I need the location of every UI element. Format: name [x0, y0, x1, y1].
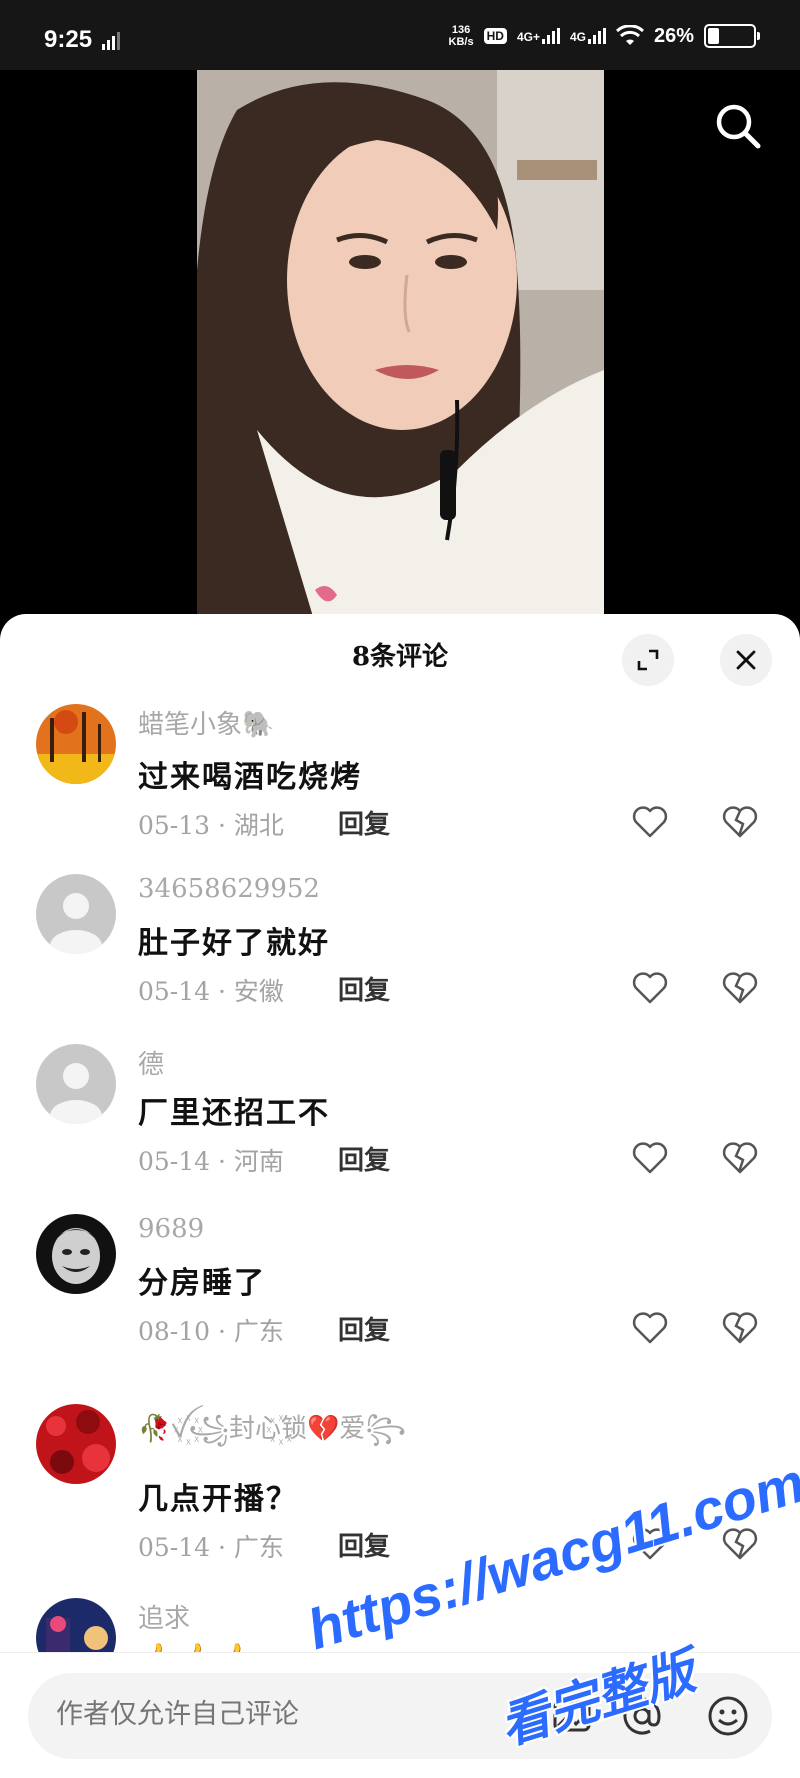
heart-icon[interactable]: [630, 1308, 670, 1348]
signal-icon: [102, 32, 120, 50]
avatar[interactable]: [36, 1404, 116, 1484]
comment-text: 分房睡了: [138, 1266, 266, 1301]
cell-bars-icon: [587, 28, 606, 44]
cell-bars-icon: [541, 28, 560, 44]
avatar-default: [36, 874, 116, 954]
avatar-autumn: [36, 704, 116, 784]
hd-badge: HD: [483, 28, 507, 44]
heart-icon[interactable]: [630, 1138, 670, 1178]
avatar[interactable]: [36, 1214, 116, 1294]
comment-username[interactable]: 🥀ꪜ꙰꧁封心꙰锁💔爱꧂: [138, 1404, 406, 1461]
broken-heart-icon[interactable]: [720, 1308, 760, 1348]
comment-text: 过来喝酒吃烧烤: [138, 760, 362, 795]
close-icon: [736, 650, 756, 670]
comment-text: 几点开播？: [138, 1482, 298, 1517]
comment-username[interactable]: 追求: [138, 1598, 190, 1635]
video-frame: [197, 70, 604, 630]
net-speed: 136 KB/s: [448, 24, 474, 48]
network-4g: 4G: [570, 28, 606, 44]
comment-meta: 05-13 · 湖北: [138, 811, 284, 840]
heart-icon[interactable]: [630, 968, 670, 1008]
emoji-icon[interactable]: [706, 1694, 750, 1738]
comment-text: 肚子好了就好: [138, 926, 330, 961]
close-button[interactable]: [720, 634, 772, 686]
wifi-icon: [615, 25, 644, 45]
avatar[interactable]: [36, 704, 116, 784]
comment-input[interactable]: [56, 1699, 456, 1730]
comment-username[interactable]: 德: [138, 1044, 164, 1081]
battery-level: [708, 28, 720, 44]
network-4g-plus: 4G+: [517, 28, 560, 44]
comment-count-title: 8条评论: [351, 642, 449, 672]
reply-button[interactable]: 回复: [338, 1140, 390, 1177]
avatar-default: [36, 1044, 116, 1124]
video-player[interactable]: [0, 70, 800, 630]
comment-text: 厂里还招工不: [138, 1096, 330, 1131]
expand-icon: [637, 649, 659, 671]
comment-meta: 05-14 · 广东: [138, 1533, 284, 1562]
comment-username[interactable]: 34658629952: [138, 874, 320, 904]
reply-button[interactable]: 回复: [338, 970, 390, 1007]
comment-meta: 05-14 · 河南: [138, 1147, 284, 1176]
broken-heart-icon[interactable]: [720, 968, 760, 1008]
status-bar: 9:25 136 KB/s HD 4G+ 4G 26%: [0, 0, 800, 70]
comment-username[interactable]: 9689: [138, 1214, 204, 1244]
heart-icon[interactable]: [630, 802, 670, 842]
battery-percent: 26%: [653, 24, 694, 47]
comment-username[interactable]: 蜡笔小象🐘: [138, 704, 274, 741]
search-icon[interactable]: [712, 100, 764, 152]
status-time: 9:25: [44, 26, 93, 53]
expand-button[interactable]: [622, 634, 674, 686]
reply-button[interactable]: 回复: [338, 1310, 390, 1347]
comment-meta: 08-10 · 广东: [138, 1317, 284, 1346]
reply-button[interactable]: 回复: [338, 1526, 390, 1563]
broken-heart-icon[interactable]: [720, 802, 760, 842]
comment-meta: 05-14 · 安徽: [138, 977, 284, 1006]
avatar[interactable]: [36, 1044, 116, 1124]
video-still: [197, 70, 604, 630]
reply-button[interactable]: 回复: [338, 804, 390, 841]
avatar-joker: [36, 1214, 116, 1294]
battery-icon: [704, 24, 760, 48]
broken-heart-icon[interactable]: [720, 1138, 760, 1178]
avatar[interactable]: [36, 874, 116, 954]
avatar-red-flowers: [36, 1404, 116, 1484]
